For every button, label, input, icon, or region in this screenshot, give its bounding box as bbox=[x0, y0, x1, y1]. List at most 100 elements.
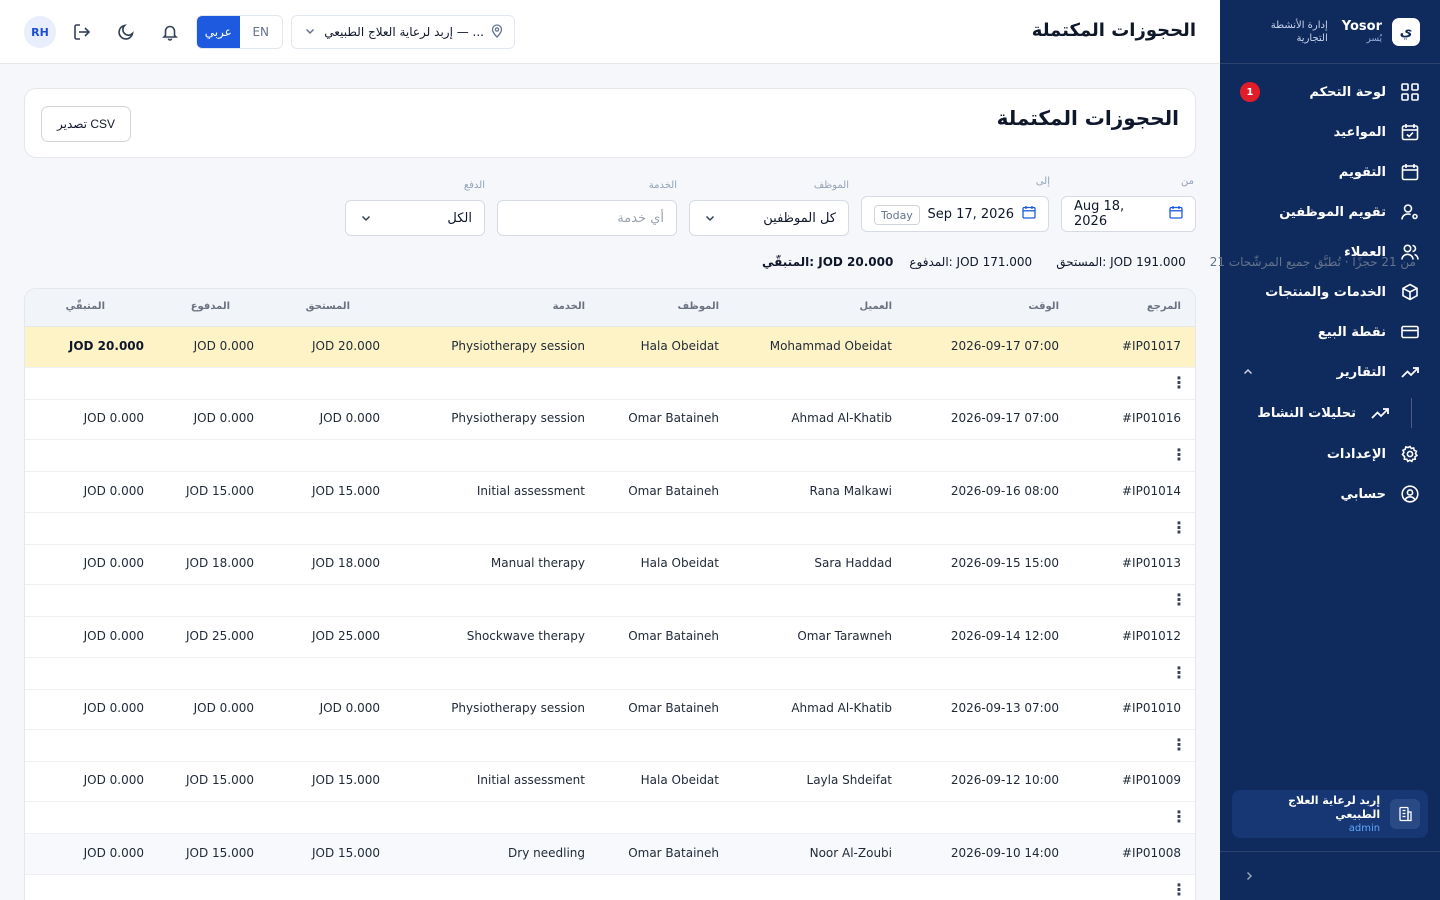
cell-time: 2026-09-13 07:00 bbox=[950, 701, 1059, 715]
sidebar-item-appointments[interactable]: المواعيد bbox=[1240, 112, 1420, 152]
cell-time: 2026-09-15 15:00 bbox=[950, 556, 1059, 571]
table-row[interactable]: #IP01008 2026-09-10 14:00 Noor Al-Zoubi Oma… bbox=[25, 833, 1195, 874]
table-row[interactable]: #IP01016 2026-09-17 07:00 Ahmad Al-Khatib O… bbox=[25, 399, 1195, 439]
from-date-input[interactable]: Aug 18, 2026 bbox=[1061, 196, 1196, 232]
sidebar-subitem-activity-analytics[interactable]: تحليلات النشاط bbox=[1240, 392, 1420, 434]
cell-customer: Noor Al-Zoubi bbox=[809, 845, 892, 860]
table-row[interactable]: #IP01017 2026-09-17 07:00 Mohammad Obeidat… bbox=[25, 327, 1195, 367]
chevron-down-icon bbox=[304, 25, 316, 40]
trending-up-icon bbox=[1400, 362, 1420, 382]
col-time[interactable]: الوقت bbox=[1028, 301, 1059, 312]
moon-icon[interactable] bbox=[116, 22, 136, 42]
cell-service: Initial assessment bbox=[476, 483, 585, 498]
cell-time: 2026-09-10 14:00 bbox=[950, 845, 1059, 860]
location-selector[interactable]: إربد لرعاية العلاج الطبيعي — ... bbox=[291, 15, 515, 49]
row-divider bbox=[25, 729, 1195, 730]
row-actions-icon[interactable]: ⋮ bbox=[1171, 447, 1187, 463]
today-button[interactable]: Today bbox=[874, 205, 920, 225]
gear-icon bbox=[1400, 444, 1420, 464]
lang-option-english[interactable]: EN bbox=[240, 16, 283, 48]
tenant-switcher[interactable]: إربد لرعاية العلاج الطبيعي admin bbox=[1232, 790, 1428, 838]
cell-ref: #IP01009 bbox=[1121, 773, 1181, 788]
sidebar-item-label: حسابي bbox=[1340, 486, 1386, 502]
cell-service: Physiotherapy session bbox=[451, 411, 585, 426]
cell-paid: JOD 18.000 bbox=[185, 556, 254, 571]
table-row[interactable]: #IP01014 2026-09-16 08:00 Rana Malkawi Omar… bbox=[25, 472, 1195, 512]
section-title: الحجوزات المكتملة bbox=[996, 106, 1179, 130]
sidebar-item-dashboard[interactable]: لوحة التحكم 1 bbox=[1240, 72, 1420, 112]
calendar-icon bbox=[1169, 205, 1183, 223]
cell-ref: #IP01013 bbox=[1121, 556, 1181, 571]
cell-paid: JOD 0.000 bbox=[193, 411, 254, 426]
cell-ref: #IP01012 bbox=[1121, 628, 1181, 643]
cell-ref: #IP01008 bbox=[1121, 845, 1181, 860]
cell-due: JOD 18.000 bbox=[311, 556, 380, 571]
to-label: إلى bbox=[1035, 176, 1050, 187]
cell-service: Physiotherapy session bbox=[451, 701, 585, 715]
summary-bar: 21 من 21 حجزًا · تُطبَّق جميع المرشّحات … bbox=[416, 252, 1416, 272]
location-label: إربد لرعاية العلاج الطبيعي — ... bbox=[324, 25, 484, 39]
row-actions-icon[interactable]: ⋮ bbox=[1171, 375, 1187, 391]
service-input[interactable]: أي خدمة bbox=[497, 200, 677, 236]
sidebar-item-settings[interactable]: الإعدادات bbox=[1240, 434, 1420, 474]
brand-sub: يُسر bbox=[1366, 34, 1383, 44]
sidebar-item-label: الخدمات والمنتجات bbox=[1265, 284, 1386, 300]
to-date-input[interactable]: Sep 17, 2026 Today bbox=[861, 196, 1049, 232]
row-actions-icon[interactable]: ⋮ bbox=[1171, 664, 1187, 681]
lang-option-arabic[interactable]: عربي bbox=[197, 16, 240, 48]
collapse-sidebar-button[interactable] bbox=[1240, 866, 1258, 884]
table-row[interactable]: #IP01010 2026-09-13 07:00 Ahmad Al-Khatib O… bbox=[25, 689, 1195, 729]
brand[interactable]: ي Yosor يُسر إدارة الأنشطة التجارية bbox=[1240, 14, 1420, 50]
payment-select[interactable]: الكل bbox=[345, 200, 485, 236]
table-row[interactable]: #IP01012 2026-09-14 12:00 Omar Tarawneh Oma… bbox=[25, 617, 1195, 657]
from-date-value: Aug 18, 2026 bbox=[1074, 199, 1125, 229]
sidebar-item-staff-calendar[interactable]: تقويم الموظفين bbox=[1240, 192, 1420, 232]
cell-due: JOD 0.000 bbox=[319, 411, 380, 426]
cell-service: Physiotherapy session bbox=[451, 339, 585, 353]
export-csv-button[interactable]: تصدير CSV bbox=[41, 106, 131, 142]
sidebar-item-pos[interactable]: نقطة البيع bbox=[1240, 312, 1420, 352]
language-toggle: عربي EN bbox=[196, 15, 283, 49]
col-ref[interactable]: المرجع bbox=[1147, 301, 1181, 312]
row-divider bbox=[25, 656, 1195, 658]
sidebar-item-calendar[interactable]: التقويم bbox=[1240, 152, 1420, 192]
col-staff[interactable]: الموظف bbox=[678, 301, 719, 312]
cell-time: 2026-09-14 12:00 bbox=[950, 628, 1059, 643]
sidebar-item-label: لوحة التحكم bbox=[1309, 84, 1386, 100]
col-customer[interactable]: العميل bbox=[859, 301, 892, 312]
table-row[interactable]: #IP01013 2026-09-15 15:00 Sara Haddad Hala … bbox=[25, 544, 1195, 584]
calendar-icon bbox=[1022, 205, 1036, 223]
cell-remaining: JOD 0.000 bbox=[83, 701, 144, 715]
sidebar-item-services-products[interactable]: الخدمات والمنتجات bbox=[1240, 272, 1420, 312]
sidebar-item-reports[interactable]: التقارير bbox=[1240, 352, 1420, 392]
cell-time: 2026-09-12 10:00 bbox=[950, 773, 1059, 788]
cell-time: 2026-09-17 07:00 bbox=[950, 339, 1059, 353]
row-actions-icon[interactable]: ⋮ bbox=[1171, 592, 1187, 608]
header-card: الحجوزات المكتملة تصدير CSV bbox=[24, 88, 1196, 158]
col-paid[interactable]: المدفوع bbox=[191, 301, 230, 312]
logout-icon[interactable] bbox=[72, 22, 92, 42]
col-remaining[interactable]: المتبقّي bbox=[66, 301, 105, 312]
cell-ref: #IP01010 bbox=[1121, 701, 1181, 715]
row-actions-icon[interactable]: ⋮ bbox=[1171, 809, 1187, 825]
cell-customer: Ahmad Al-Khatib bbox=[791, 701, 892, 715]
chevron-right-icon bbox=[1244, 866, 1254, 885]
cell-customer: Layla Shdeifat bbox=[806, 773, 892, 788]
cell-due: JOD 0.000 bbox=[319, 701, 380, 715]
sidebar-item-label: التقارير bbox=[1336, 364, 1386, 380]
tenant-role: admin bbox=[1348, 822, 1381, 834]
row-divider bbox=[25, 511, 1195, 513]
table-row[interactable]: #IP01009 2026-09-12 10:00 Layla Shdeifat Ha… bbox=[25, 761, 1195, 801]
staff-select[interactable]: كل الموظفين bbox=[689, 200, 849, 236]
cell-customer: Mohammad Obeidat bbox=[769, 339, 892, 353]
row-actions-icon[interactable]: ⋮ bbox=[1171, 737, 1187, 753]
col-service[interactable]: الخدمة bbox=[553, 301, 585, 312]
chevron-up-icon[interactable] bbox=[1240, 364, 1256, 380]
row-actions-icon[interactable]: ⋮ bbox=[1171, 519, 1187, 536]
cell-time: 2026-09-16 08:00 bbox=[950, 483, 1059, 498]
bell-icon[interactable] bbox=[160, 22, 180, 42]
sidebar-item-account[interactable]: حسابي bbox=[1240, 474, 1420, 514]
row-actions-icon[interactable]: ⋮ bbox=[1171, 881, 1187, 898]
col-due[interactable]: المستحق bbox=[306, 301, 350, 312]
avatar[interactable]: RH bbox=[24, 16, 56, 48]
